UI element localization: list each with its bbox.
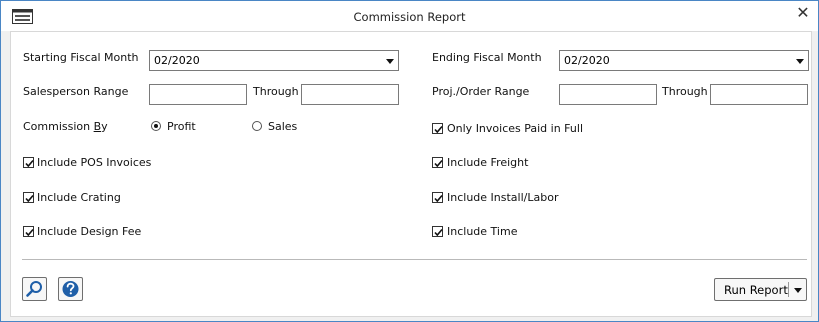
salesperson-range-label: Salesperson Range bbox=[23, 85, 129, 98]
only-invoices-paid-label[interactable]: Only Invoices Paid in Full bbox=[447, 122, 583, 135]
chevron-down-icon bbox=[796, 59, 804, 64]
chevron-down-icon bbox=[386, 59, 394, 64]
search-button[interactable] bbox=[22, 277, 47, 301]
commission-by-profit-radio[interactable] bbox=[151, 121, 161, 131]
ending-fiscal-month-label: Ending Fiscal Month bbox=[432, 51, 542, 64]
checkmark-icon bbox=[25, 194, 34, 203]
include-freight-checkbox[interactable] bbox=[432, 157, 443, 168]
include-time-label[interactable]: Include Time bbox=[447, 225, 517, 238]
checkmark-icon bbox=[25, 159, 34, 168]
report-options-panel: Starting Fiscal Month 02/2020 Ending Fis… bbox=[10, 31, 812, 317]
commission-by-label: Commission By bbox=[23, 120, 108, 133]
include-time-checkbox[interactable] bbox=[432, 226, 443, 237]
proj-order-through-label: Through bbox=[662, 85, 708, 98]
footer-divider bbox=[22, 259, 807, 260]
commission-by-sales-radio[interactable] bbox=[252, 121, 262, 131]
help-icon bbox=[62, 281, 79, 297]
checkmark-icon bbox=[434, 194, 443, 203]
salesperson-range-from-input[interactable] bbox=[149, 84, 247, 105]
include-pos-invoices-checkbox[interactable] bbox=[23, 157, 34, 168]
salesperson-through-label: Through bbox=[253, 85, 299, 98]
ending-fiscal-month-select[interactable]: 02/2020 bbox=[559, 50, 809, 71]
sales-option-label[interactable]: Sales bbox=[268, 120, 297, 133]
include-install-labor-checkbox[interactable] bbox=[432, 192, 443, 203]
include-design-fee-checkbox[interactable] bbox=[23, 226, 34, 237]
starting-fiscal-month-select[interactable]: 02/2020 bbox=[149, 50, 399, 71]
proj-order-range-to-input[interactable] bbox=[710, 84, 808, 105]
include-crating-checkbox[interactable] bbox=[23, 192, 34, 203]
proj-order-range-label: Proj./Order Range bbox=[432, 85, 530, 98]
include-pos-invoices-label[interactable]: Include POS Invoices bbox=[37, 156, 151, 169]
salesperson-range-to-input[interactable] bbox=[301, 84, 399, 105]
radio-selected-dot bbox=[154, 124, 158, 128]
starting-fiscal-month-label: Starting Fiscal Month bbox=[23, 51, 139, 64]
help-button[interactable] bbox=[58, 277, 83, 301]
include-crating-label[interactable]: Include Crating bbox=[37, 191, 121, 204]
checkmark-icon bbox=[434, 228, 443, 237]
window-title: Commission Report bbox=[353, 10, 466, 24]
profit-option-label[interactable]: Profit bbox=[167, 120, 196, 133]
proj-order-range-from-input[interactable] bbox=[559, 84, 657, 105]
run-report-dropdown-icon[interactable] bbox=[794, 288, 802, 293]
only-invoices-paid-checkbox[interactable] bbox=[432, 123, 443, 134]
checkmark-icon bbox=[434, 125, 443, 134]
checkmark-icon bbox=[434, 159, 443, 168]
close-icon[interactable]: ✕ bbox=[791, 2, 815, 24]
ending-fiscal-month-value: 02/2020 bbox=[564, 54, 610, 67]
starting-fiscal-month-value: 02/2020 bbox=[154, 54, 200, 67]
commission-report-window: Commission Report ✕ Starting Fiscal Mont… bbox=[0, 0, 819, 322]
run-report-button[interactable]: Run Report bbox=[714, 278, 807, 301]
checkmark-icon bbox=[25, 228, 34, 237]
include-install-labor-label[interactable]: Include Install/Labor bbox=[447, 191, 558, 204]
run-report-label: Run Report bbox=[724, 283, 788, 297]
magnifier-icon bbox=[26, 281, 42, 297]
title-bar: Commission Report ✕ bbox=[1, 1, 818, 31]
include-freight-label[interactable]: Include Freight bbox=[447, 156, 528, 169]
split-divider bbox=[788, 282, 789, 297]
include-design-fee-label[interactable]: Include Design Fee bbox=[37, 225, 141, 238]
